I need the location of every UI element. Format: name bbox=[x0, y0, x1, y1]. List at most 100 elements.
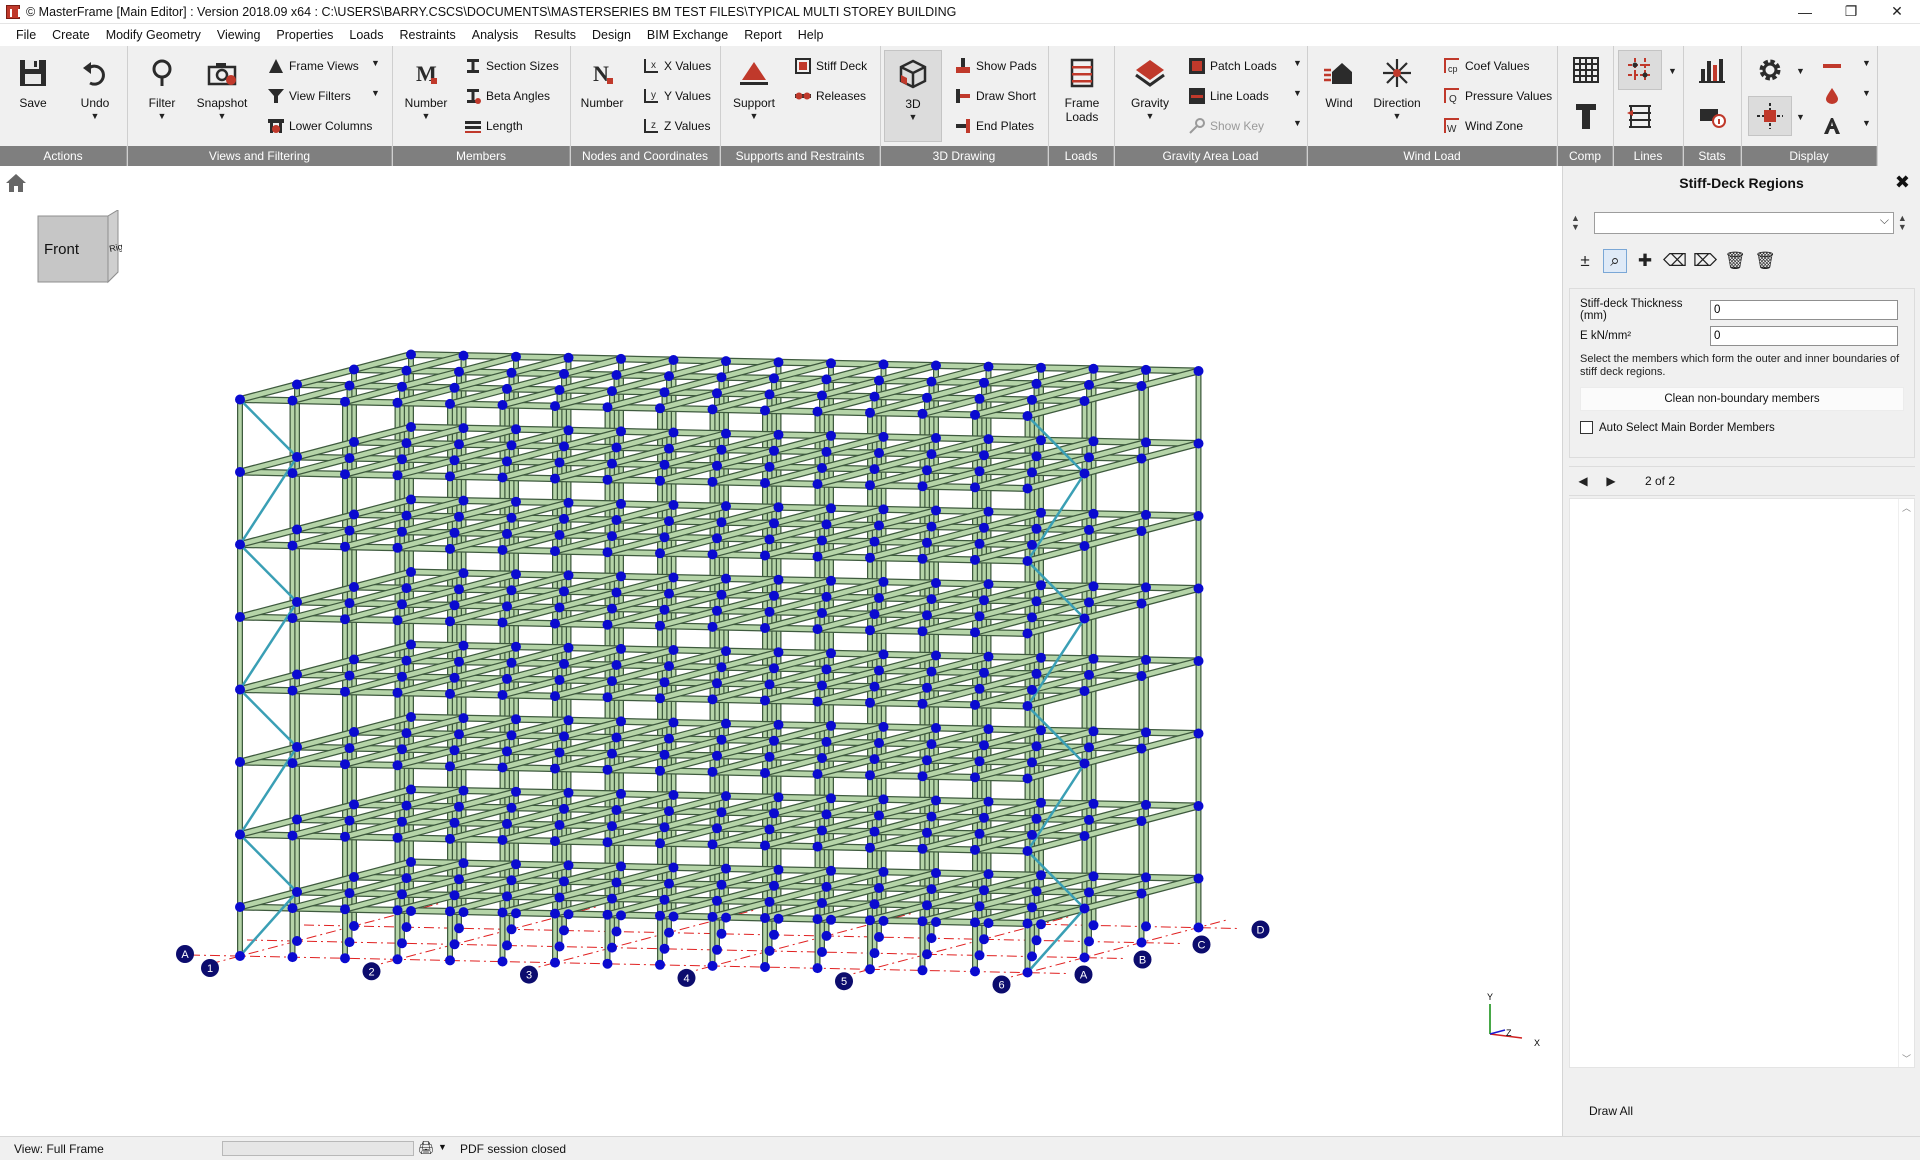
view-filters-dropdown[interactable]: ▼ bbox=[371, 88, 380, 98]
coef-values-button[interactable]: cp Coef Values bbox=[1442, 54, 1529, 78]
display-settings-dropdown[interactable]: ▼ bbox=[1796, 66, 1805, 76]
scroll-down-icon[interactable]: ﹀ bbox=[1902, 1052, 1911, 1065]
plus-minus-icon[interactable]: ± bbox=[1573, 249, 1597, 273]
menu-viewing[interactable]: Viewing bbox=[209, 28, 269, 42]
end-plates-button[interactable]: End Plates bbox=[953, 114, 1034, 138]
length-button[interactable]: Length bbox=[463, 114, 523, 138]
menu-analysis[interactable]: Analysis bbox=[464, 28, 527, 42]
search-icon[interactable]: ⌕ bbox=[1603, 249, 1627, 273]
patch-loads-dropdown[interactable]: ▼ bbox=[1293, 58, 1302, 68]
draw-all-button[interactable]: Draw All bbox=[1569, 1096, 1915, 1126]
beta-angles-button[interactable]: Beta Angles bbox=[463, 84, 550, 108]
chevron-down-icon[interactable]: ▼ bbox=[909, 111, 918, 123]
view-filters-button[interactable]: View Filters bbox=[266, 84, 351, 108]
prev-region-button[interactable]: ◀ bbox=[1569, 474, 1597, 488]
e-modulus-input[interactable] bbox=[1710, 326, 1898, 346]
comp-column-button[interactable] bbox=[1564, 96, 1608, 136]
y-values-button[interactable]: y Y Values bbox=[641, 84, 711, 108]
close-window-button[interactable]: ✕ bbox=[1874, 0, 1920, 24]
chevron-down-icon[interactable]: ▼ bbox=[1393, 110, 1402, 122]
scroll-up-icon[interactable]: ︿ bbox=[1902, 501, 1911, 514]
panel-close-button[interactable]: ✖ bbox=[1895, 172, 1910, 193]
wind-zone-button[interactable]: W Wind Zone bbox=[1442, 114, 1523, 138]
menu-report[interactable]: Report bbox=[736, 28, 790, 42]
display-font-dropdown[interactable]: ▼ bbox=[1862, 118, 1871, 128]
menu-bim-exchange[interactable]: BIM Exchange bbox=[639, 28, 736, 42]
member-number-button[interactable]: M Number ▼ bbox=[401, 50, 451, 142]
chevron-down-icon[interactable]: ▼ bbox=[438, 1142, 447, 1152]
trash-icon[interactable]: 🗑 bbox=[1723, 249, 1747, 273]
home-icon[interactable] bbox=[4, 172, 28, 194]
menu-loads[interactable]: Loads bbox=[341, 28, 391, 42]
frame-views-dropdown[interactable]: ▼ bbox=[371, 58, 380, 68]
view-cube[interactable]: Front Right bbox=[36, 210, 122, 286]
chevron-down-icon[interactable]: ▼ bbox=[218, 110, 227, 122]
filter-button[interactable]: Filter ▼ bbox=[140, 50, 184, 142]
line-loads-button[interactable]: Line Loads bbox=[1187, 84, 1269, 108]
lower-columns-button[interactable]: Lower Columns bbox=[266, 114, 372, 138]
chevron-down-icon[interactable]: ▼ bbox=[91, 110, 100, 122]
display-line-button[interactable] bbox=[1822, 54, 1845, 78]
comp-grid-button[interactable] bbox=[1564, 50, 1608, 90]
frame-loads-button[interactable]: Frame Loads bbox=[1057, 50, 1107, 142]
show-key-dropdown[interactable]: ▼ bbox=[1293, 118, 1302, 128]
chevron-down-icon[interactable]: ▼ bbox=[158, 110, 167, 122]
menu-results[interactable]: Results bbox=[526, 28, 584, 42]
menu-properties[interactable]: Properties bbox=[268, 28, 341, 42]
add-icon[interactable]: ✚ bbox=[1633, 249, 1657, 273]
releases-button[interactable]: Releases bbox=[793, 84, 866, 108]
spin-arrows-icon[interactable]: ▲ ▼ bbox=[1571, 214, 1580, 232]
thickness-input[interactable] bbox=[1710, 300, 1898, 320]
eraser-icon[interactable]: ⌫ bbox=[1663, 249, 1687, 273]
snapshot-button[interactable]: Snapshot ▼ bbox=[194, 50, 250, 142]
lines-levels-button[interactable] bbox=[1618, 96, 1662, 136]
chevron-down-icon[interactable]: ▼ bbox=[422, 110, 431, 122]
chevron-down-icon[interactable]: ▼ bbox=[1146, 110, 1155, 122]
draw-short-button[interactable]: Draw Short bbox=[953, 84, 1036, 108]
menu-help[interactable]: Help bbox=[790, 28, 832, 42]
show-key-button[interactable]: Show Key bbox=[1187, 114, 1264, 138]
printer-icon[interactable]: 🖨 bbox=[418, 1140, 435, 1156]
frame-views-button[interactable]: Frame Views bbox=[266, 54, 359, 78]
clean-non-boundary-button[interactable]: Clean non-boundary members bbox=[1580, 387, 1904, 411]
lines-grid-dropdown[interactable]: ▼ bbox=[1668, 66, 1677, 76]
region-list-scrollbar[interactable]: ︿ ﹀ bbox=[1898, 499, 1914, 1067]
model-canvas[interactable]: 1 2 3 4 5 6 A B C D A Y X Z Front Right bbox=[0, 166, 1562, 1136]
display-node-button[interactable] bbox=[1748, 96, 1792, 136]
direction-button[interactable]: Direction ▼ bbox=[1368, 50, 1426, 142]
next-region-button[interactable]: ▶ bbox=[1597, 474, 1625, 488]
show-pads-button[interactable]: Show Pads bbox=[953, 54, 1037, 78]
display-node-dropdown[interactable]: ▼ bbox=[1796, 112, 1805, 122]
region-select[interactable] bbox=[1593, 212, 1894, 234]
auto-select-checkbox[interactable] bbox=[1580, 421, 1593, 434]
restore-button[interactable]: ❐ bbox=[1828, 0, 1874, 24]
menu-modify-geometry[interactable]: Modify Geometry bbox=[98, 28, 209, 42]
minimize-button[interactable]: — bbox=[1782, 0, 1828, 24]
x-values-button[interactable]: x X Values bbox=[641, 54, 711, 78]
display-line-dropdown[interactable]: ▼ bbox=[1862, 58, 1871, 68]
wind-button[interactable]: Wind bbox=[1316, 50, 1362, 142]
trash-all-icon[interactable]: 🗑 bbox=[1753, 249, 1777, 273]
display-settings-button[interactable] bbox=[1748, 50, 1792, 90]
patch-loads-button[interactable]: Patch Loads bbox=[1187, 54, 1277, 78]
undo-button[interactable]: Undo ▼ bbox=[72, 50, 118, 142]
section-sizes-button[interactable]: Section Sizes bbox=[463, 54, 559, 78]
menu-file[interactable]: File bbox=[8, 28, 44, 42]
display-font-button[interactable] bbox=[1822, 114, 1845, 138]
stats-chart-button[interactable] bbox=[1690, 50, 1734, 90]
spin-arrows-icon[interactable]: ▲ ▼ bbox=[1898, 214, 1907, 232]
stats-info-button[interactable] bbox=[1690, 96, 1734, 136]
lines-grid-button[interactable] bbox=[1618, 50, 1662, 90]
auto-select-row[interactable]: Auto Select Main Border Members bbox=[1580, 421, 1775, 434]
menu-design[interactable]: Design bbox=[584, 28, 639, 42]
line-loads-dropdown[interactable]: ▼ bbox=[1293, 88, 1302, 98]
3d-button[interactable]: 3D ▼ bbox=[884, 50, 942, 142]
structure-model[interactable]: 1 2 3 4 5 6 A B C D A Y X Z bbox=[0, 166, 1562, 1136]
chevron-down-icon[interactable]: ▼ bbox=[750, 110, 759, 122]
gravity-button[interactable]: Gravity ▼ bbox=[1125, 50, 1175, 142]
save-button[interactable]: Save bbox=[10, 50, 56, 142]
menu-create[interactable]: Create bbox=[44, 28, 98, 42]
node-number-button[interactable]: N Number bbox=[577, 50, 627, 142]
pressure-values-button[interactable]: Q Pressure Values bbox=[1442, 84, 1552, 108]
stiff-deck-button[interactable]: Stiff Deck bbox=[793, 54, 867, 78]
